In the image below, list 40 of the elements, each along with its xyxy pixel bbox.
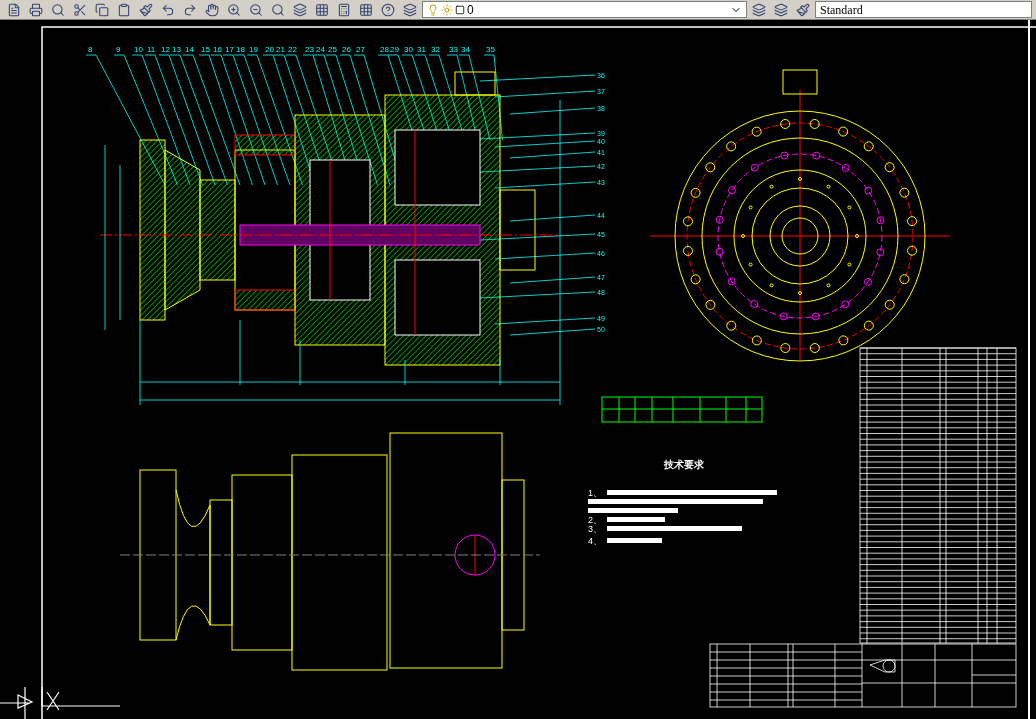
ucs-icon: [0, 686, 121, 719]
balloon-number: 26: [342, 45, 351, 54]
note-number: 4、: [588, 536, 602, 546]
notes-title: 技术要求: [664, 459, 704, 470]
layer-name: 0: [467, 3, 475, 16]
balloon-number: 30: [404, 45, 413, 54]
balloon-number: 11: [147, 45, 156, 54]
balloon-number: 29: [390, 45, 399, 54]
balloon-number: 28: [380, 45, 389, 54]
balloon-number: 22: [288, 45, 297, 54]
balloon-number: 35: [486, 45, 495, 54]
note-number: 1、: [588, 488, 602, 498]
balloon-number: 16: [213, 45, 222, 54]
balloon-number: 15: [201, 45, 210, 54]
layer-dropdown[interactable]: 0: [422, 1, 747, 18]
balloon-number: 33: [449, 45, 458, 54]
balloon-number: 24: [316, 45, 325, 54]
balloon-number: 17: [225, 45, 234, 54]
lightbulb-icon: [427, 3, 439, 16]
note-number: 2、: [588, 515, 602, 525]
balloon-number: 21: [276, 45, 285, 54]
note-number: 3、: [588, 524, 602, 534]
balloon-number: 9: [116, 45, 121, 54]
square-icon: [455, 4, 465, 15]
sun-icon: [441, 3, 453, 16]
balloon-number: 27: [356, 45, 365, 54]
balloon-number: 10: [134, 45, 143, 54]
balloon-number: 34: [461, 45, 470, 54]
balloon-number: 19: [249, 45, 258, 54]
balloon-number: 25: [328, 45, 337, 54]
balloon-number: 13: [172, 45, 181, 54]
balloon-number: 31: [417, 45, 426, 54]
balloon-number: 8: [88, 45, 93, 54]
balloon-number: 23: [305, 45, 314, 54]
balloon-number: 20: [265, 45, 274, 54]
balloon-number: 14: [185, 45, 194, 54]
balloon-number: 32: [431, 45, 440, 54]
balloon-number: 12: [161, 45, 170, 54]
balloon-number: 18: [236, 45, 245, 54]
text-style-dropdown[interactable]: Standard: [815, 1, 1032, 18]
